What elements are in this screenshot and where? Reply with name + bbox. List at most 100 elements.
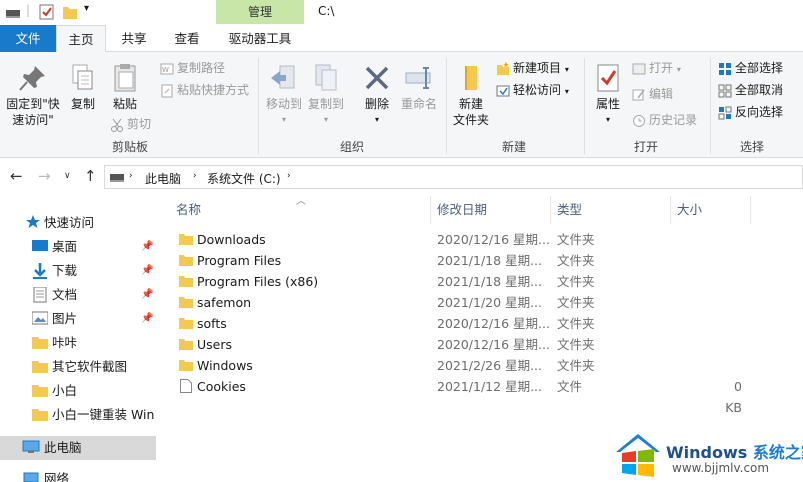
pin-icon: 📌 [141, 289, 154, 300]
edit-button[interactable]: 编辑 [632, 84, 673, 104]
breadcrumb-separator-icon[interactable]: › [193, 171, 197, 181]
nav-item-label: 咔咔 [52, 335, 78, 350]
watermark-brand: Windows 系统之家 [666, 439, 803, 463]
group-new-label: 新建 [501, 140, 526, 154]
breadcrumb-separator-icon[interactable]: › [129, 171, 133, 181]
copy-path-button[interactable]: W 复制路径 [160, 58, 225, 78]
column-divider[interactable] [670, 196, 671, 224]
qa-customize-icon[interactable]: ▾ [84, 3, 89, 14]
column-divider[interactable] [430, 196, 431, 224]
copy-to-button[interactable]: 复制到 ▾ [306, 62, 346, 128]
breadcrumb-separator-icon[interactable]: › [287, 171, 291, 181]
table-row[interactable]: Users 2020/12/16 星期... 文件夹 [160, 334, 803, 355]
network-icon [23, 472, 39, 482]
breadcrumb-this-pc[interactable]: 此电脑 [145, 170, 181, 187]
column-header-size[interactable]: 大小 [677, 194, 702, 226]
paste-button[interactable]: 粘贴 [106, 62, 144, 112]
new-item-button[interactable]: 新建项目 ▾ [496, 58, 569, 78]
tab-share[interactable]: 共享 [108, 25, 160, 52]
file-type: 文件 [557, 379, 583, 394]
breadcrumb-c-drive[interactable]: 系统文件 (C:) [207, 170, 281, 187]
history-button[interactable]: 历史记录 [632, 110, 697, 130]
folder-icon [179, 234, 193, 245]
column-header-name[interactable]: 名称 [176, 194, 201, 226]
table-row[interactable]: softs 2020/12/16 星期... 文件夹 [160, 313, 803, 334]
file-icon [180, 379, 192, 393]
move-to-button[interactable]: 移动到 ▾ [264, 62, 304, 128]
nav-item-xiaobai[interactable]: 小白 [0, 379, 156, 403]
up-arrow-icon[interactable]: ↑ [84, 167, 97, 185]
properties-icon [597, 64, 619, 92]
folder-icon [179, 297, 193, 308]
computer-icon [22, 440, 40, 453]
group-clipboard-label: 剪贴板 [111, 140, 148, 154]
new-folder-icon[interactable] [62, 3, 78, 21]
rename-button[interactable]: 重命名 [398, 62, 440, 112]
table-row[interactable]: Windows 2021/2/26 星期... 文件夹 [160, 355, 803, 376]
invert-selection-button[interactable]: 反向选择 [718, 102, 783, 122]
file-type: 文件夹 [557, 253, 595, 268]
file-name: Program Files (x86) [197, 274, 319, 289]
nav-item-other-screenshots[interactable]: 其它软件截图 [0, 355, 156, 379]
select-all-button[interactable]: 全部选择 [718, 58, 783, 78]
copy-button[interactable]: 复制 [64, 62, 102, 112]
file-date: 2021/1/20 星期... [437, 295, 542, 310]
nav-item-downloads[interactable]: 下载 📌 [0, 259, 156, 283]
paste-shortcut-icon [161, 84, 173, 97]
easy-access-button[interactable]: 轻松访问 ▾ [496, 80, 569, 100]
pin-icon: 📌 [141, 241, 154, 252]
nav-item-desktop[interactable]: 桌面 📌 [0, 235, 156, 259]
table-row[interactable]: Downloads 2020/12/16 星期... 文件夹 [160, 229, 803, 250]
folder-icon [32, 385, 48, 397]
nav-network[interactable]: 网络 [0, 467, 156, 482]
move-to-dropdown-icon: ▾ [281, 115, 286, 124]
column-divider[interactable] [550, 196, 551, 224]
pin-label-2: 速访问" [12, 113, 54, 127]
tab-drive-tools[interactable]: 驱动器工具 [216, 25, 304, 52]
nav-item-xiaobai-reinstall[interactable]: 小白一键重装 Win1 [0, 403, 156, 427]
back-arrow-icon[interactable]: ← [10, 167, 23, 185]
nav-quick-access[interactable]: 快速访问 [0, 211, 156, 235]
file-date: 2021/1/12 星期... [437, 379, 542, 394]
properties-button[interactable]: 属性 ▾ [588, 62, 628, 128]
nav-item-kaka[interactable]: 咔咔 [0, 331, 156, 355]
tab-view[interactable]: 查看 [162, 25, 212, 52]
copy-path-icon: W [160, 63, 174, 74]
nav-item-documents[interactable]: 文档 📌 [0, 283, 156, 307]
properties-check-icon[interactable] [38, 3, 56, 21]
paste-icon [114, 64, 136, 92]
file-type: 文件夹 [557, 232, 595, 247]
forward-arrow-icon[interactable]: → [38, 167, 51, 185]
table-row[interactable]: Program Files 2021/1/18 星期... 文件夹 [160, 250, 803, 271]
folder-icon [32, 337, 48, 349]
tab-file[interactable]: 文件 [0, 25, 56, 52]
nav-item-pictures[interactable]: 图片 📌 [0, 307, 156, 331]
paste-shortcut-button[interactable]: 粘贴快捷方式 [160, 80, 249, 100]
table-row[interactable]: Program Files (x86) 2021/1/18 星期... 文件夹 [160, 271, 803, 292]
tab-manage[interactable]: 管理 [216, 0, 304, 24]
column-header-date[interactable]: 修改日期 [437, 194, 487, 226]
nav-this-pc[interactable]: 此电脑 [0, 436, 156, 460]
new-folder-button[interactable]: 新建 文件夹 [450, 62, 492, 128]
folder-icon [32, 409, 48, 421]
table-row[interactable]: safemon 2021/1/20 星期... 文件夹 [160, 292, 803, 313]
select-none-button[interactable]: 全部取消 [718, 80, 783, 100]
ribbon-separator [584, 58, 585, 154]
file-date: 2020/12/16 星期... [437, 337, 550, 352]
address-input[interactable]: › 此电脑 › 系统文件 (C:) › [104, 165, 803, 189]
table-row[interactable]: Cookies 2021/1/12 星期... 文件 0 KB [160, 376, 803, 415]
select-all-label: 全部选择 [735, 61, 784, 75]
folder-icon [179, 318, 193, 329]
tab-home[interactable]: 主页 [56, 25, 106, 53]
folder-icon [179, 360, 193, 371]
column-header-type[interactable]: 类型 [557, 194, 582, 226]
open-button[interactable]: 打开 ▾ [632, 58, 681, 78]
column-divider[interactable] [750, 196, 751, 224]
pin-quick-access-button[interactable]: 固定到"快 速访问" [4, 62, 62, 128]
file-date: 2020/12/16 星期... [437, 232, 550, 247]
delete-button[interactable]: 删除 ▾ [358, 62, 396, 128]
cut-button[interactable]: 剪切 [110, 114, 151, 134]
recent-locations-chevron-icon[interactable]: ∨ [64, 171, 71, 181]
sort-up-icon: ︿ [296, 196, 306, 207]
drive-icon[interactable] [4, 3, 22, 21]
